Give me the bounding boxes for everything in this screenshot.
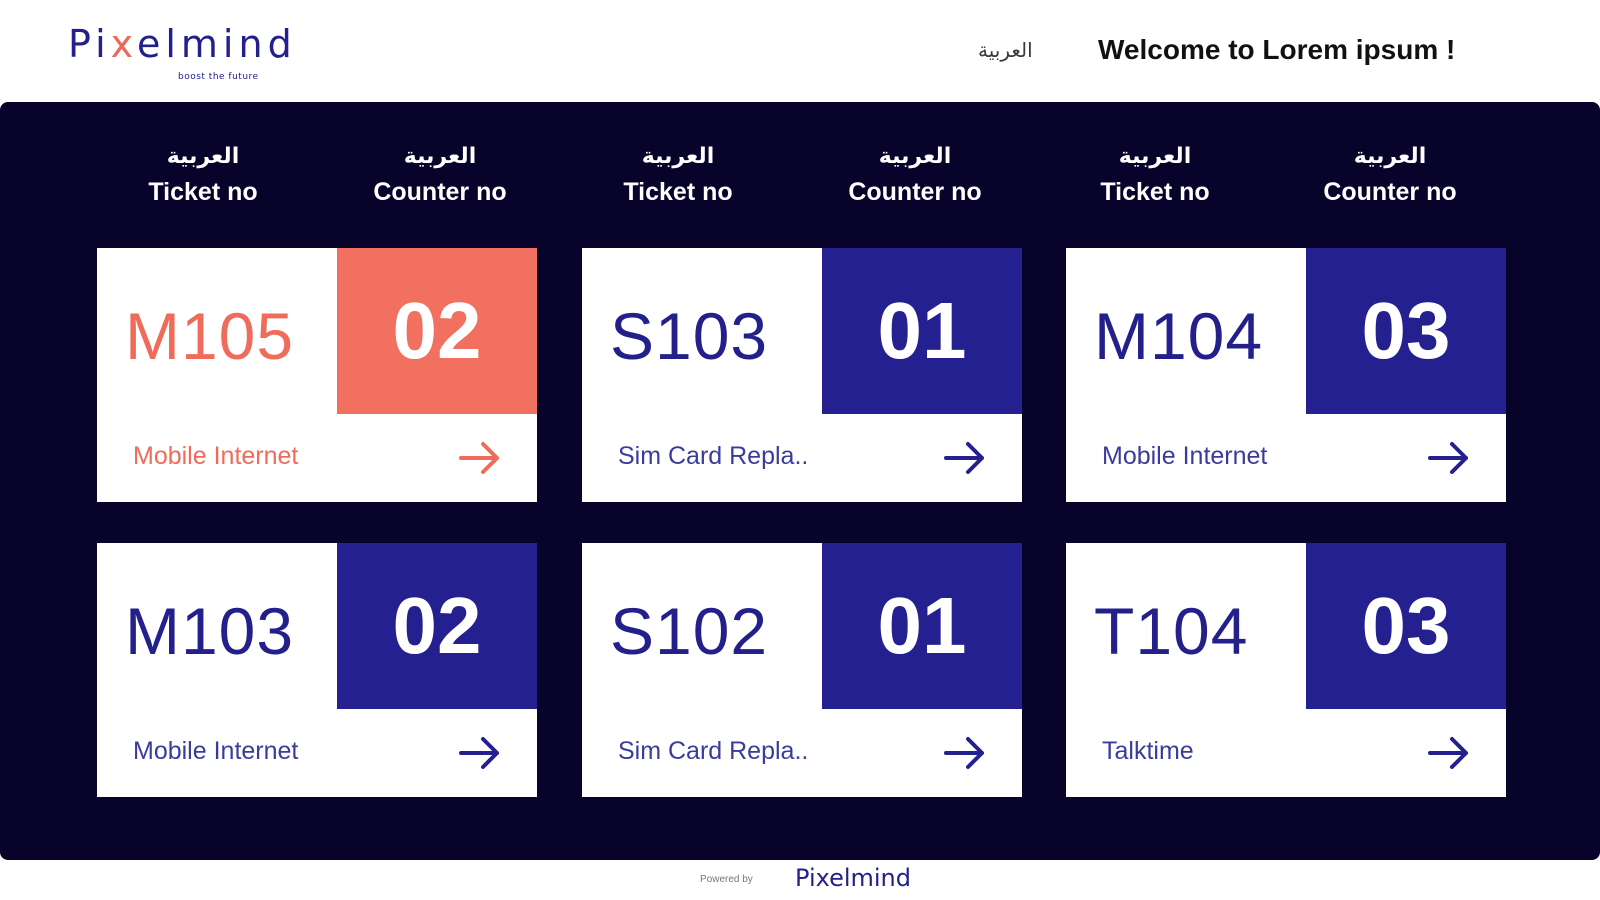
counter-badge: 03 xyxy=(1306,543,1506,709)
column-header-label: Counter no xyxy=(848,178,982,206)
footer-logo[interactable]: Pixelmind xyxy=(795,864,911,892)
counter-badge: 01 xyxy=(822,248,1022,414)
column-header-ticket-1: العربية Ticket no xyxy=(118,142,288,212)
ticket-number: S102 xyxy=(610,594,769,668)
column-header-arabic: العربية xyxy=(878,144,952,169)
column-header-arabic: العربية xyxy=(1118,144,1192,169)
language-switch-link[interactable]: العربية xyxy=(978,38,1033,62)
column-header-arabic: العربية xyxy=(166,144,240,169)
ticket-number: T104 xyxy=(1094,594,1249,668)
counter-badge: 01 xyxy=(822,543,1022,709)
column-header-label: Ticket no xyxy=(148,178,258,206)
service-name: Mobile Internet xyxy=(133,442,299,470)
counter-badge: 03 xyxy=(1306,248,1506,414)
arrow-right-icon[interactable] xyxy=(942,733,990,773)
header: Pixelmind boost the future العربية Welco… xyxy=(0,0,1600,102)
pixelmind-logo[interactable]: Pixelmind boost the future xyxy=(68,22,298,92)
arrow-right-icon[interactable] xyxy=(457,438,505,478)
ticket-number: M104 xyxy=(1094,299,1264,373)
service-name: Sim Card Repla.. xyxy=(618,442,809,470)
ticket-card[interactable]: M105 02 Mobile Internet xyxy=(97,248,537,502)
column-header-counter-1: العربية Counter no xyxy=(355,142,525,212)
counter-number: 03 xyxy=(1361,286,1451,375)
column-header-label: Ticket no xyxy=(623,178,733,206)
column-header-label: Counter no xyxy=(1323,178,1457,206)
ticket-number: M103 xyxy=(125,594,295,668)
counter-badge: 02 xyxy=(337,248,537,414)
queue-board: العربية Ticket no العربية Counter no الع… xyxy=(0,102,1600,860)
ticket-card[interactable]: T104 03 Talktime xyxy=(1066,543,1506,797)
column-header-arabic: العربية xyxy=(1353,144,1427,169)
column-header-arabic: العربية xyxy=(641,144,715,169)
column-header-counter-3: العربية Counter no xyxy=(1305,142,1475,212)
ticket-number: M105 xyxy=(125,299,295,373)
counter-number: 01 xyxy=(877,286,967,375)
column-header-ticket-3: العربية Ticket no xyxy=(1070,142,1240,212)
service-name: Talktime xyxy=(1102,737,1194,765)
column-header-label: Ticket no xyxy=(1100,178,1210,206)
ticket-card[interactable]: M103 02 Mobile Internet xyxy=(97,543,537,797)
footer: Powered by Pixelmind xyxy=(0,860,1600,900)
arrow-right-icon[interactable] xyxy=(942,438,990,478)
ticket-card[interactable]: S103 01 Sim Card Repla.. xyxy=(582,248,1022,502)
counter-number: 03 xyxy=(1361,581,1451,670)
service-name: Sim Card Repla.. xyxy=(618,737,809,765)
counter-number: 02 xyxy=(392,581,482,670)
welcome-message: Welcome to Lorem ipsum ! xyxy=(1098,34,1456,65)
column-header-arabic: العربية xyxy=(403,144,477,169)
counter-badge: 02 xyxy=(337,543,537,709)
ticket-number: S103 xyxy=(610,299,769,373)
ticket-card[interactable]: M104 03 Mobile Internet xyxy=(1066,248,1506,502)
service-name: Mobile Internet xyxy=(133,737,299,765)
column-header-counter-2: العربية Counter no xyxy=(830,142,1000,212)
arrow-right-icon[interactable] xyxy=(1426,733,1474,773)
service-name: Mobile Internet xyxy=(1102,442,1268,470)
column-header-label: Counter no xyxy=(373,178,507,206)
logo-wordmark: Pixelmind xyxy=(68,22,297,66)
powered-by-label: Powered by xyxy=(700,874,753,885)
logo-tagline: boost the future xyxy=(178,72,259,82)
ticket-card[interactable]: S102 01 Sim Card Repla.. xyxy=(582,543,1022,797)
counter-number: 02 xyxy=(392,286,482,375)
arrow-right-icon[interactable] xyxy=(457,733,505,773)
column-header-ticket-2: العربية Ticket no xyxy=(593,142,763,212)
counter-number: 01 xyxy=(877,581,967,670)
arrow-right-icon[interactable] xyxy=(1426,438,1474,478)
